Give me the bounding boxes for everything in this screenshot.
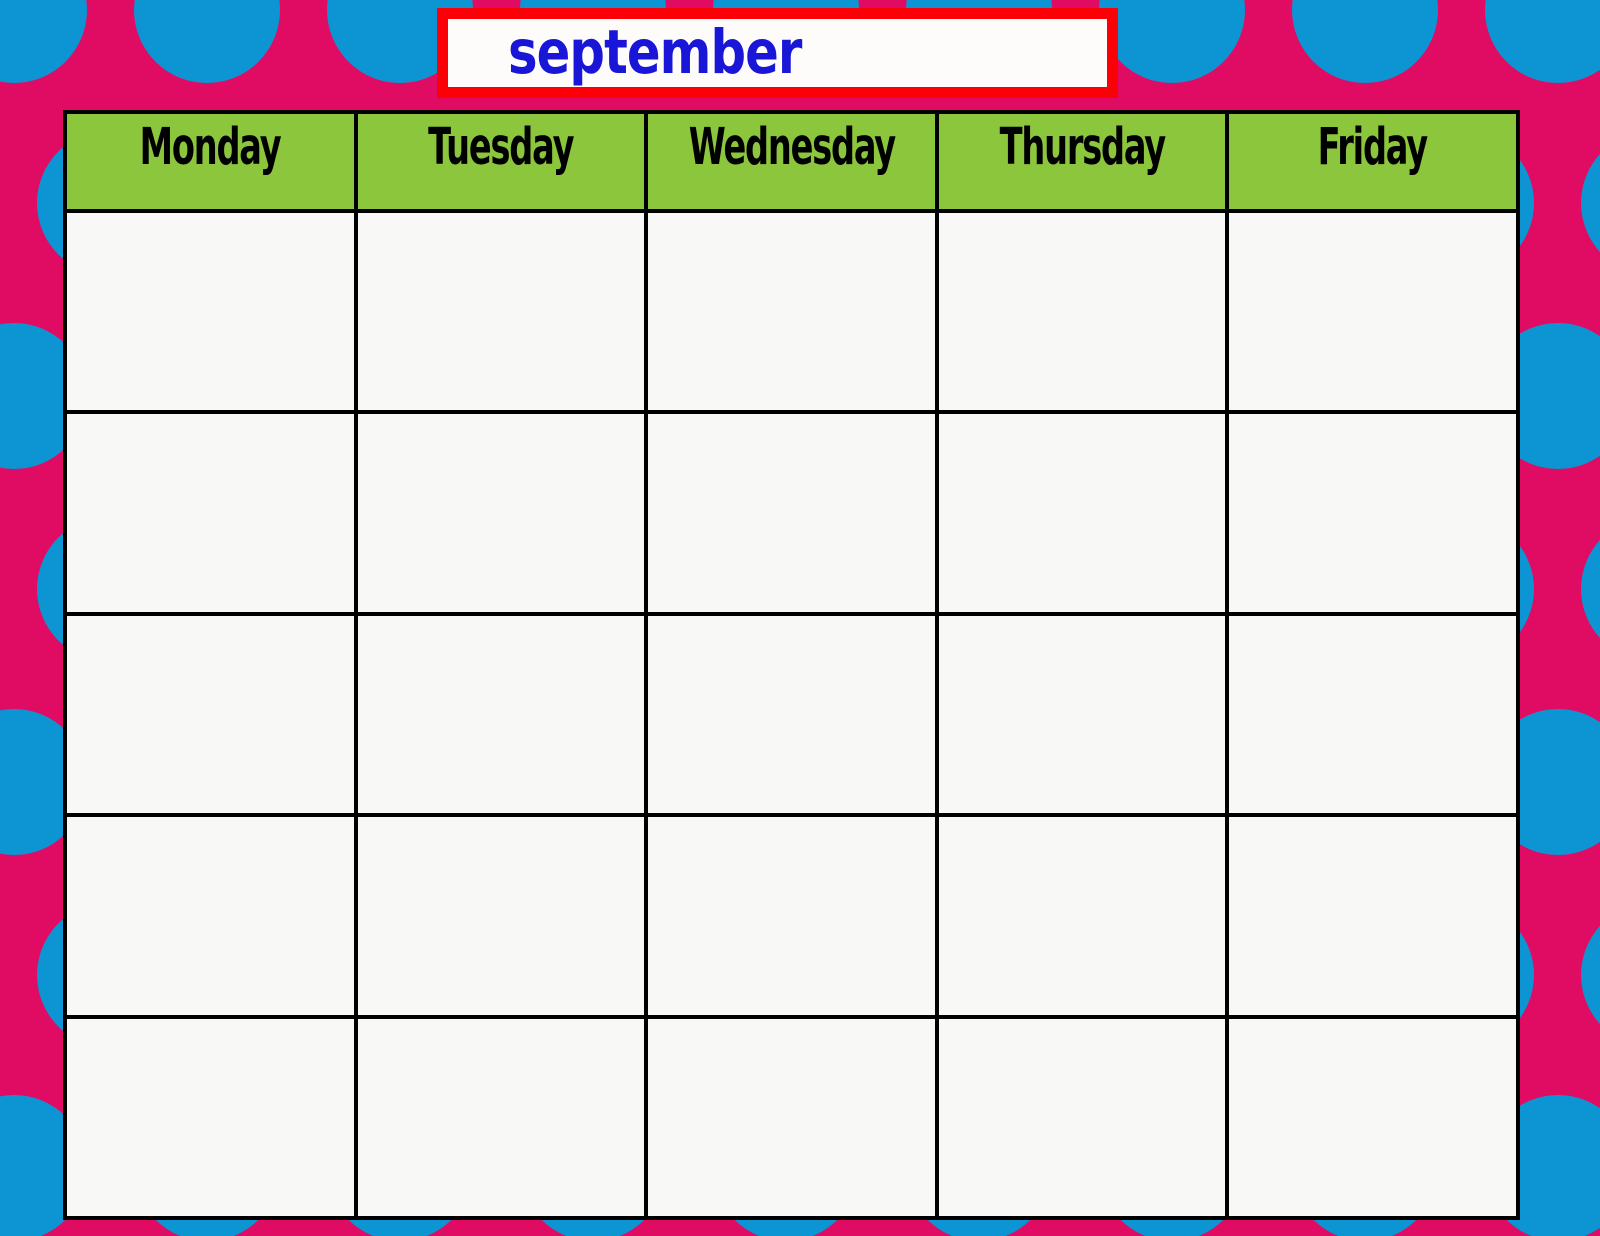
background-dot (1581, 516, 1600, 662)
calendar-day-cell[interactable] (357, 213, 649, 411)
calendar-day-cell[interactable] (1229, 1018, 1516, 1217)
month-title-plaque-inner: september (448, 19, 1107, 87)
calendar-day-cell[interactable] (67, 414, 358, 612)
day-header-label: Monday (139, 117, 282, 176)
calendar-day-cell[interactable] (1229, 817, 1516, 1015)
background-dot (134, 0, 280, 83)
calendar-day-cell[interactable] (357, 1018, 649, 1217)
calendar-day-cell[interactable] (67, 213, 358, 411)
day-header-label: Tuesday (428, 117, 574, 176)
calendar-day-cell[interactable] (1229, 414, 1516, 612)
calendar-day-cell[interactable] (1229, 213, 1516, 411)
calendar-day-cell[interactable] (67, 615, 358, 814)
calendar-day-cell[interactable] (648, 817, 939, 1015)
day-header-label: Thursday (999, 117, 1166, 176)
month-title-plaque: september (437, 8, 1118, 98)
month-title-text[interactable]: september (508, 22, 802, 83)
calendar-day-cell[interactable] (67, 1018, 358, 1217)
calendar-week-row (67, 615, 1516, 818)
background-dot (1292, 0, 1438, 83)
calendar-header-row: Monday Tuesday Wednesday Thursday Friday (67, 114, 1516, 213)
calendar-day-cell[interactable] (938, 213, 1230, 411)
day-header-cell: Friday (1229, 114, 1516, 209)
calendar-day-cell[interactable] (648, 213, 939, 411)
calendar-page: september Monday Tuesday Wednesday Thursday… (0, 0, 1600, 1236)
calendar-day-cell[interactable] (67, 817, 358, 1015)
calendar-week-row (67, 817, 1516, 1019)
background-dot (1581, 902, 1600, 1048)
background-dot (1099, 0, 1245, 83)
day-header-cell: Wednesday (648, 114, 939, 209)
calendar-day-cell[interactable] (357, 817, 649, 1015)
calendar-day-cell[interactable] (938, 414, 1230, 612)
day-header-label: Wednesday (688, 117, 895, 176)
calendar-day-cell[interactable] (648, 615, 939, 814)
calendar-day-cell[interactable] (648, 414, 939, 612)
calendar-week-row (67, 213, 1516, 415)
day-header-cell: Monday (67, 114, 358, 209)
background-dot (0, 0, 87, 83)
calendar-day-cell[interactable] (357, 615, 649, 814)
calendar-week-row (67, 414, 1516, 616)
background-dot (1485, 0, 1600, 83)
calendar-grid: Monday Tuesday Wednesday Thursday Friday (63, 110, 1520, 1220)
calendar-day-cell[interactable] (938, 1018, 1230, 1217)
background-dot (1581, 130, 1600, 276)
day-header-cell: Tuesday (357, 114, 649, 209)
calendar-day-cell[interactable] (1229, 615, 1516, 814)
day-header-label: Friday (1318, 117, 1428, 176)
calendar-week-row (67, 1018, 1516, 1217)
day-header-cell: Thursday (938, 114, 1230, 209)
calendar-day-cell[interactable] (648, 1018, 939, 1217)
calendar-day-cell[interactable] (357, 414, 649, 612)
calendar-day-cell[interactable] (938, 817, 1230, 1015)
calendar-body (67, 213, 1516, 1217)
calendar-day-cell[interactable] (938, 615, 1230, 814)
